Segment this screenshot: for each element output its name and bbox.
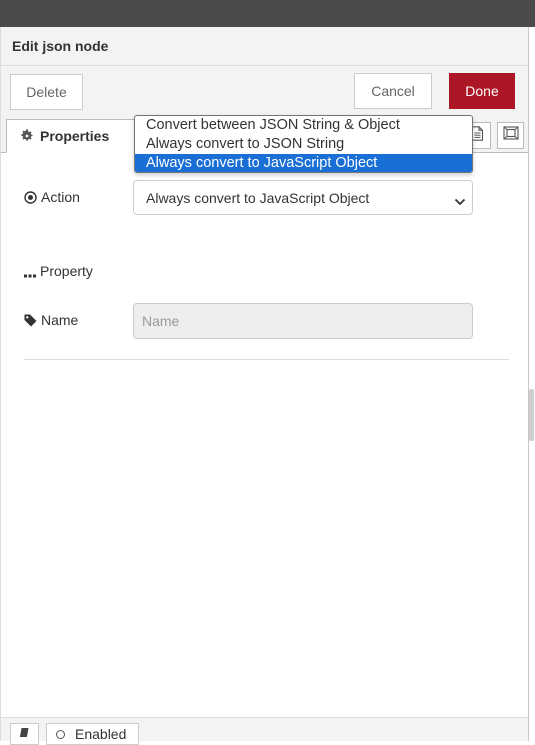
property-label: Property: [40, 263, 93, 279]
ellipsis-icon: [24, 265, 36, 278]
action-option[interactable]: Convert between JSON String & Object: [135, 116, 472, 135]
properties-form: Action Always convert to JavaScript Obje…: [1, 153, 528, 717]
help-button[interactable]: [10, 723, 39, 745]
chevron-down-icon: [454, 193, 466, 209]
action-row-label: Action: [24, 189, 80, 205]
cancel-button[interactable]: Cancel: [354, 73, 432, 109]
action-dropdown-list[interactable]: Convert between JSON String & Object Alw…: [134, 115, 473, 173]
delete-button[interactable]: Delete: [10, 74, 83, 110]
form-divider: [24, 359, 509, 360]
action-select[interactable]: Always convert to JavaScript Object: [133, 180, 473, 215]
action-option[interactable]: Always convert to JSON String: [135, 135, 472, 154]
action-label: Action: [41, 189, 80, 205]
radio-target-icon: [24, 190, 37, 204]
appearance-tab-button[interactable]: [497, 122, 524, 149]
frame-icon: [502, 126, 519, 145]
tag-icon: [24, 314, 37, 327]
book-icon: [19, 725, 30, 743]
action-select-value: Always convert to JavaScript Object: [146, 189, 370, 206]
enabled-toggle[interactable]: Enabled: [46, 723, 139, 745]
tab-properties-label: Properties: [40, 128, 110, 144]
tray-header: Edit json node: [1, 27, 528, 66]
gear-icon: [20, 129, 34, 143]
scrollbar-thumb[interactable]: [529, 389, 534, 441]
tray-title: Edit json node: [12, 38, 109, 54]
name-label: Name: [41, 312, 79, 328]
radio-circle-icon: [56, 729, 65, 739]
right-edge: [529, 27, 535, 741]
edit-node-tray: Edit json node Delete Cancel Done Proper…: [0, 27, 529, 745]
action-option-selected[interactable]: Always convert to JavaScript Object: [135, 154, 472, 172]
tray-footer: Enabled: [1, 717, 528, 745]
name-input[interactable]: [133, 303, 473, 339]
property-row-label: Property: [24, 263, 93, 279]
tray-toolbar: Delete Cancel Done: [1, 66, 528, 119]
enabled-label: Enabled: [75, 726, 127, 742]
done-button[interactable]: Done: [449, 73, 515, 109]
top-bar: [0, 0, 535, 27]
name-row-label: Name: [24, 312, 78, 328]
